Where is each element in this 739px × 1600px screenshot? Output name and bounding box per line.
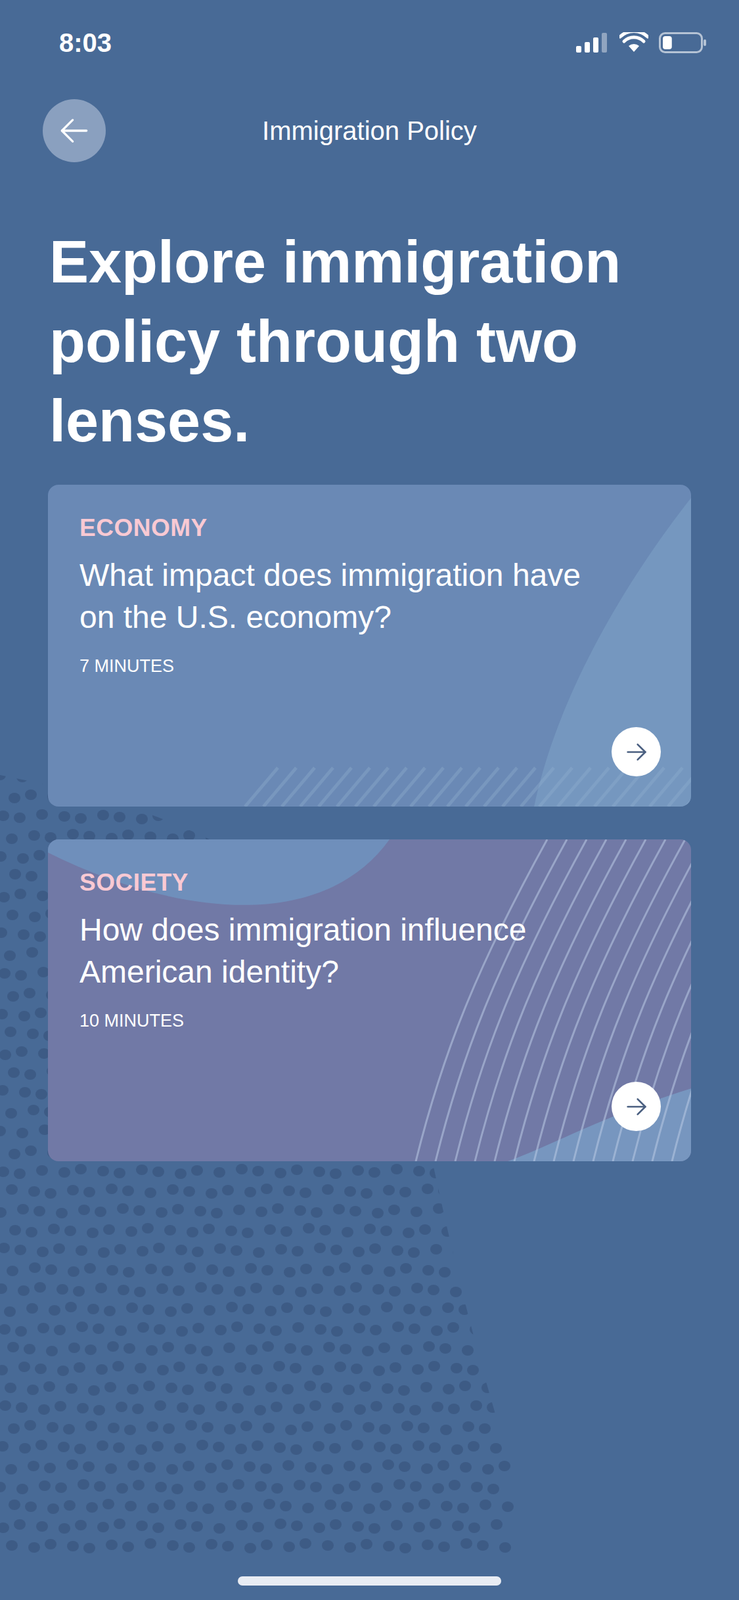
card-duration: 7 MINUTES (79, 655, 661, 677)
topic-card[interactable]: SOCIETY How does immigration influence Am… (47, 839, 692, 1162)
home-indicator (237, 1576, 502, 1586)
signal-icon (576, 32, 609, 53)
open-button[interactable] (611, 1081, 661, 1132)
arrow-right-icon (623, 739, 650, 766)
card-list: ECONOMY What impact does immigration have… (0, 484, 739, 1162)
status-bar: 8:03 (0, 0, 739, 92)
page-heading: Explore immigration policy through two l… (0, 222, 739, 462)
arrow-left-icon (55, 112, 93, 150)
app-screen: 8:03 Immigration Policy Explore immigratio… (0, 0, 739, 1600)
card-category: ECONOMY (79, 513, 661, 543)
open-button[interactable] (611, 727, 661, 777)
arrow-right-icon (623, 1093, 650, 1120)
battery-icon (658, 32, 708, 54)
card-category: SOCIETY (79, 868, 661, 898)
card-question: How does immigration influence American … (79, 909, 619, 994)
status-time: 8:03 (59, 22, 112, 63)
header-title: Immigration Policy (174, 111, 565, 151)
card-duration: 10 MINUTES (79, 1010, 661, 1032)
nav-header: Immigration Policy (0, 99, 739, 163)
topic-card[interactable]: ECONOMY What impact does immigration have… (47, 484, 692, 807)
back-button[interactable] (42, 99, 106, 163)
card-question: What impact does immigration have on the… (79, 554, 619, 639)
wifi-icon (619, 32, 649, 54)
